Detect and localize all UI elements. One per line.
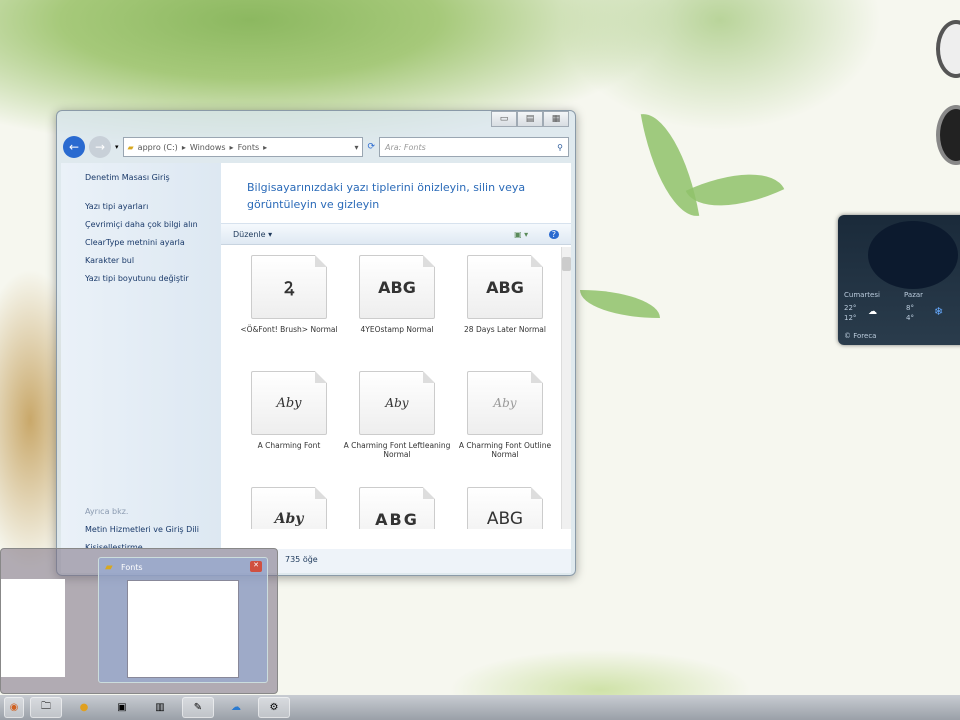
other-window-thumbnail[interactable] — [1, 579, 65, 677]
help-icon[interactable]: ? — [548, 229, 559, 239]
fonts-window: ▭ ▤ ▦ ← → ▾ ▰ appro (C:) ▸ Windows ▸ Fonts… — [56, 110, 576, 576]
font-name: A Charming Font Outline Normal — [458, 441, 552, 459]
search-icon[interactable]: ⚲ — [557, 143, 563, 152]
weather-day1-high: 22° — [844, 304, 857, 312]
weather-day2: Pazar — [904, 291, 924, 299]
forward-button[interactable]: → — [89, 136, 111, 158]
font-preview-icon: ABG — [359, 255, 435, 319]
weather-day2-low: 4° — [906, 314, 914, 322]
navigation-pane: Denetim Masası Giriş Yazı tipi ayarları … — [61, 163, 221, 552]
font-item[interactable]: Ꝝ <Ö&Font! Brush> Normal — [235, 247, 343, 357]
font-name: A Charming Font — [257, 441, 321, 450]
font-item[interactable]: ABG — [343, 479, 451, 529]
font-preview-icon: Aby — [251, 371, 327, 435]
taskbar-app-network[interactable]: ☁ — [220, 697, 252, 718]
font-preview-icon: ABG — [467, 487, 543, 529]
minimize-button[interactable]: ▭ — [491, 111, 517, 127]
thumbnail-title: Fonts — [121, 563, 143, 572]
taskbar-app-explorer[interactable]: 🗀 — [30, 697, 62, 718]
font-item[interactable]: ABG 28 Days Later Normal — [451, 247, 555, 357]
taskbar-app-paint[interactable]: ▣ — [106, 697, 138, 718]
breadcrumb-fonts[interactable]: Fonts — [238, 143, 260, 152]
weather-day1-low: 12° — [844, 314, 857, 322]
taskbar-thumbnail-popup: ▰ Fonts ✕ — [0, 548, 278, 694]
font-name: <Ö&Font! Brush> Normal — [240, 325, 338, 334]
item-count: 735 öğe — [285, 555, 318, 564]
cleartype-link[interactable]: ClearType metnini ayarla — [85, 238, 221, 247]
font-preview-icon: Aby — [359, 371, 435, 435]
fonts-window-thumbnail[interactable]: ▰ Fonts ✕ — [98, 557, 268, 683]
organize-button[interactable]: Düzenle ▾ — [233, 230, 272, 239]
font-preview-icon: ABG — [467, 255, 543, 319]
breadcrumb-drive[interactable]: appro (C:) — [138, 143, 178, 152]
font-name: 4YEOstamp Normal — [360, 325, 434, 334]
font-preview-icon: Ꝝ — [251, 255, 327, 319]
close-button[interactable]: ▦ — [543, 111, 569, 127]
folder-icon: ▰ — [127, 142, 134, 152]
thumbnail-preview — [127, 580, 239, 678]
taskbar-app-chart[interactable]: ▥ — [144, 697, 176, 718]
find-character-link[interactable]: Karakter bul — [85, 256, 221, 265]
font-item[interactable]: ABG — [451, 479, 555, 529]
navigation-bar: ← → ▾ ▰ appro (C:) ▸ Windows ▸ Fonts ▸ ▾ ⟳ … — [63, 135, 569, 159]
search-placeholder: Ara: Fonts — [385, 142, 426, 152]
content-pane: Bilgisayarınızdaki yazı tiplerini önizle… — [221, 163, 571, 549]
folder-icon: ▰ — [105, 562, 113, 573]
weather-gadget[interactable]: Cumartesi Pazar 22° 12° ☁ 8° 4° ❄ © Fore… — [838, 215, 960, 345]
font-item[interactable]: Aby — [235, 479, 343, 529]
refresh-button[interactable]: ⟳ — [367, 142, 375, 152]
font-item[interactable]: Aby A Charming Font Leftleaning Normal — [343, 363, 451, 473]
moon-image — [868, 221, 958, 289]
scrollbar-thumb[interactable] — [562, 257, 571, 271]
weather-credit[interactable]: © Foreca — [844, 332, 876, 340]
font-name: 28 Days Later Normal — [464, 325, 546, 334]
font-preview-icon: Aby — [251, 487, 327, 529]
change-font-size-link[interactable]: Yazı tipi boyutunu değiştir — [85, 274, 221, 283]
command-bar: Düzenle ▾ ▣ ▾ ? — [221, 223, 571, 245]
font-name: A Charming Font Leftleaning Normal — [343, 441, 451, 459]
taskbar-app-tools[interactable]: ⚙ — [258, 697, 290, 718]
breadcrumb-windows[interactable]: Windows — [190, 143, 226, 152]
cloud-icon: ☁ — [868, 307, 877, 317]
address-bar[interactable]: ▰ appro (C:) ▸ Windows ▸ Fonts ▸ ▾ — [122, 137, 364, 157]
font-item[interactable]: ABG 4YEOstamp Normal — [343, 247, 451, 357]
fonts-grid: Ꝝ <Ö&Font! Brush> Normal ABG 4YEOstamp Nor… — [235, 247, 555, 529]
view-options-button[interactable]: ▣ ▾ — [514, 230, 528, 239]
search-input[interactable]: Ara: Fonts ⚲ — [379, 137, 569, 157]
taskbar-app-media[interactable]: ● — [68, 697, 100, 718]
maximize-button[interactable]: ▤ — [517, 111, 543, 127]
start-button[interactable]: ◉ — [4, 697, 24, 718]
font-settings-link[interactable]: Yazı tipi ayarları — [85, 202, 221, 211]
online-info-link[interactable]: Çevrimiçi daha çok bilgi alın — [85, 220, 221, 229]
weather-day1: Cumartesi — [844, 291, 880, 299]
taskbar-app-fonts[interactable]: ✎ — [182, 697, 214, 718]
font-preview-icon: Aby — [467, 371, 543, 435]
see-also-heading: Ayrıca bkz. — [85, 507, 129, 516]
control-panel-home-link[interactable]: Denetim Masası Giriş — [85, 173, 221, 182]
vertical-scrollbar[interactable] — [561, 247, 571, 529]
back-button[interactable]: ← — [63, 136, 85, 158]
taskbar: ◉ 🗀 ● ▣ ▥ ✎ ☁ ⚙ — [0, 695, 960, 720]
recent-pages-dropdown[interactable]: ▾ — [115, 143, 119, 151]
text-services-link[interactable]: Metin Hizmetleri ve Giriş Dili — [85, 525, 199, 534]
font-preview-icon: ABG — [359, 487, 435, 529]
font-item[interactable]: Aby A Charming Font Outline Normal — [451, 363, 555, 473]
font-item[interactable]: Aby A Charming Font — [235, 363, 343, 473]
thumbnail-close-button[interactable]: ✕ — [250, 561, 262, 572]
address-dropdown[interactable]: ▾ — [354, 143, 358, 152]
window-controls: ▭ ▤ ▦ — [491, 111, 569, 127]
snow-icon: ❄ — [934, 305, 944, 318]
page-heading: Bilgisayarınızdaki yazı tiplerini önizle… — [247, 181, 526, 211]
weather-day2-high: 8° — [906, 304, 914, 312]
